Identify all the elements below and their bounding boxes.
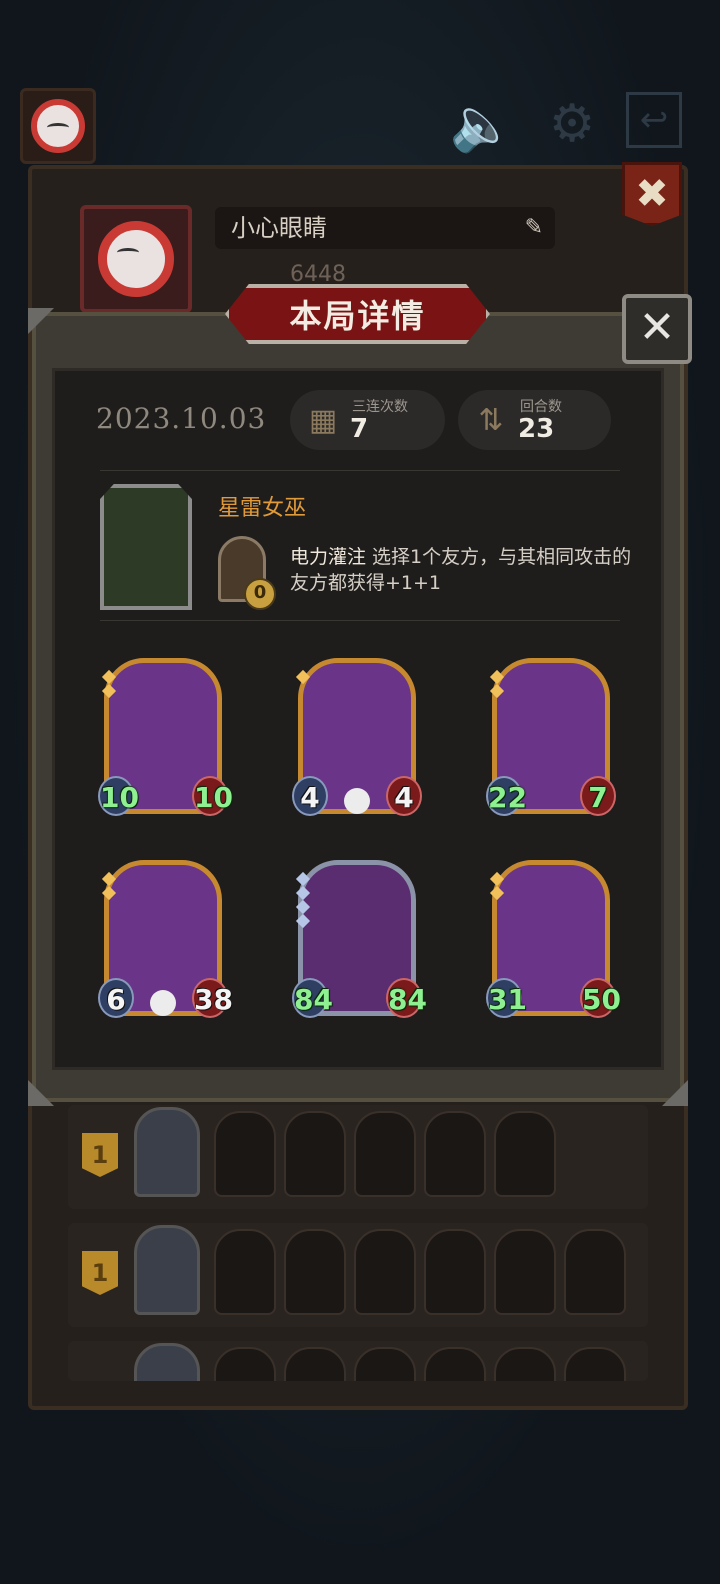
- minion-portrait: [494, 1229, 556, 1315]
- minion-portrait: [424, 1347, 486, 1381]
- modal-title-banner: 本局详情: [225, 284, 490, 344]
- cycle-arrows-icon: ⇅: [478, 403, 504, 438]
- minion-portrait: [354, 1347, 416, 1381]
- megaphone-muted-icon[interactable]: 🔈: [450, 92, 515, 156]
- minion-portrait: [284, 1347, 346, 1381]
- history-row[interactable]: [68, 1341, 648, 1381]
- pencil-icon[interactable]: ✎: [525, 207, 543, 249]
- minion-portrait: [354, 1229, 416, 1315]
- attack-value: 84: [292, 978, 333, 1018]
- hero-portrait: [134, 1225, 200, 1315]
- hero-name: 星雷女巫: [218, 496, 307, 521]
- player-name-field[interactable]: 小心眼睛 ✎: [215, 207, 555, 249]
- avatar-face: [31, 99, 85, 153]
- hero-portrait: [134, 1343, 200, 1381]
- health-value: 10: [192, 776, 233, 816]
- minion-portrait: [564, 1347, 626, 1381]
- skill-cost: 0: [244, 578, 276, 610]
- minion-portrait: [424, 1229, 486, 1315]
- minion-portrait: [214, 1229, 276, 1315]
- close-icon[interactable]: ✕: [622, 294, 692, 364]
- attack-value: 6: [98, 978, 134, 1018]
- minion-card[interactable]: 31 50: [486, 860, 621, 1018]
- minion-portrait: [494, 1111, 556, 1197]
- divider: [100, 470, 620, 471]
- minion-card[interactable]: 6 38: [98, 860, 233, 1018]
- divider: [100, 620, 620, 621]
- minion-card[interactable]: 22 7: [486, 658, 616, 816]
- player-name: 小心眼睛: [231, 214, 327, 242]
- minion-card[interactable]: 10 10: [98, 658, 233, 816]
- minion-portrait: [214, 1347, 276, 1381]
- triple-cubes-icon: ▦: [308, 403, 338, 438]
- exit-door-icon[interactable]: ↩: [626, 92, 682, 148]
- triples-value: 7: [350, 414, 369, 444]
- history-row[interactable]: 1: [68, 1105, 648, 1209]
- hero-portrait: [134, 1107, 200, 1197]
- top-bar: 🔈 ⚙ ↩: [0, 80, 720, 164]
- avatar-face: [98, 221, 174, 297]
- attack-value: 22: [486, 776, 527, 816]
- minion-card[interactable]: 44: [292, 658, 422, 816]
- skill-description: 电力灌注 选择1个友方，与其相同攻击的友方都获得+1+1: [290, 544, 650, 596]
- minion-portrait: [284, 1111, 346, 1197]
- health-value: 50: [580, 978, 621, 1018]
- attack-value: 31: [486, 978, 527, 1018]
- rank-badge: 1: [82, 1251, 118, 1295]
- match-date: 2023.10.03: [96, 402, 267, 435]
- rank-badge: 1: [82, 1133, 118, 1177]
- hero-portrait: [100, 484, 192, 610]
- attack-value: 4: [292, 776, 328, 816]
- skull-icon: [150, 990, 176, 1016]
- minion-portrait: [424, 1111, 486, 1197]
- history-row[interactable]: 1: [68, 1223, 648, 1327]
- triples-label: 三连次数: [352, 399, 408, 415]
- attack-value: 10: [98, 776, 139, 816]
- minion-portrait: [214, 1111, 276, 1197]
- player-avatar-button[interactable]: [20, 88, 96, 164]
- health-value: 38: [192, 978, 233, 1018]
- skill-name: 电力灌注: [290, 546, 367, 568]
- profile-avatar[interactable]: [80, 205, 192, 313]
- minion-portrait: [354, 1111, 416, 1197]
- minion-portrait: [564, 1229, 626, 1315]
- rounds-stat: ⇅ 回合数 23: [458, 390, 611, 450]
- triples-stat: ▦ 三连次数 7: [290, 390, 445, 450]
- minion-card[interactable]: 84 84: [292, 860, 427, 1018]
- player-score: 6448: [290, 262, 346, 287]
- gear-icon[interactable]: ⚙: [540, 92, 604, 156]
- minion-portrait: [494, 1347, 556, 1381]
- rounds-value: 23: [518, 414, 555, 444]
- minion-portrait: [284, 1229, 346, 1315]
- health-value: 7: [580, 776, 616, 816]
- match-history-list[interactable]: 1 1: [68, 1105, 648, 1395]
- health-value: 84: [386, 978, 427, 1018]
- health-value: 4: [386, 776, 422, 816]
- skull-icon: [344, 788, 370, 814]
- profile-close-button[interactable]: ✖: [622, 162, 682, 226]
- modal-title: 本局详情: [289, 297, 426, 335]
- rounds-label: 回合数: [520, 399, 562, 415]
